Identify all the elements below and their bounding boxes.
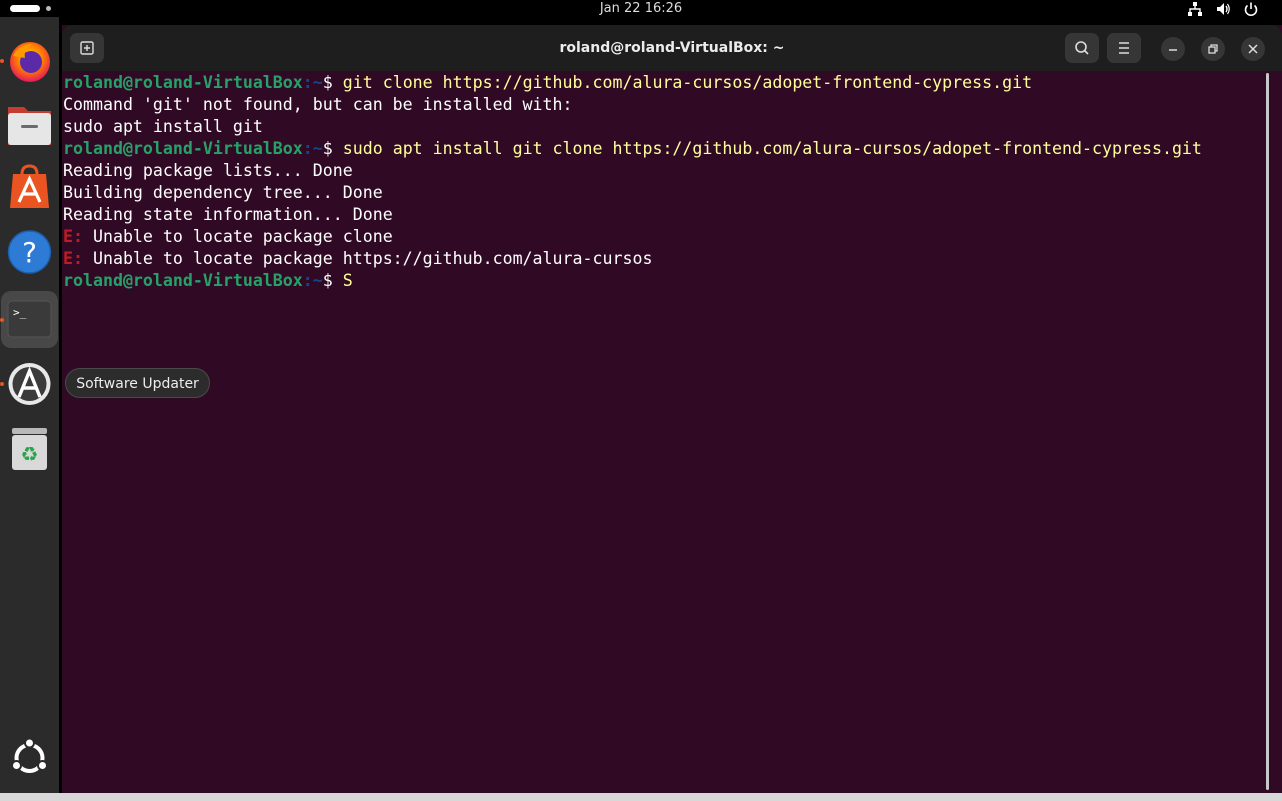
close-button[interactable] xyxy=(1241,37,1265,61)
scrollbar[interactable] xyxy=(1266,73,1269,790)
software-updater-icon xyxy=(8,363,51,405)
search-icon xyxy=(1075,41,1089,55)
prompt-user: roland@roland-VirtualBox xyxy=(63,73,303,92)
prompt-user: roland@roland-VirtualBox xyxy=(63,139,303,158)
svg-text:>_: >_ xyxy=(13,306,27,319)
show-apps-icon xyxy=(11,737,48,773)
maximize-button[interactable] xyxy=(1201,37,1225,61)
dock-tooltip: Software Updater xyxy=(65,368,210,398)
terminal-window[interactable]: roland@roland-VirtualBox: ~ roland@rolan… xyxy=(62,25,1282,793)
dock-item-help[interactable]: ? xyxy=(1,223,58,280)
terminal-line: roland@roland-VirtualBox:~$ S xyxy=(63,270,1258,292)
output-text: Command 'git' not found, but can be inst… xyxy=(63,95,573,114)
command-text: sudo apt install git clone https://githu… xyxy=(342,139,1202,158)
output-text: Unable to locate package clone xyxy=(82,227,393,246)
title-bar[interactable]: roland@roland-VirtualBox: ~ xyxy=(62,25,1282,71)
running-indicator xyxy=(0,382,4,386)
files-icon xyxy=(8,107,51,145)
minimize-button[interactable] xyxy=(1161,37,1185,61)
search-button[interactable] xyxy=(1065,33,1099,63)
terminal-line: Reading package lists... Done xyxy=(63,160,1258,182)
terminal-line: roland@roland-VirtualBox:~$ sudo apt ins… xyxy=(63,138,1258,160)
dock-item-app-center[interactable] xyxy=(1,160,58,217)
terminal-icon: >_ xyxy=(7,300,52,338)
prompt-path: :~ xyxy=(302,73,323,92)
output-text: sudo apt install git xyxy=(63,117,263,136)
workspace-dot[interactable] xyxy=(46,6,51,11)
terminal-line: E: Unable to locate package clone xyxy=(63,226,1258,248)
dock-item-terminal[interactable]: >_ xyxy=(1,291,58,348)
firefox-icon xyxy=(10,42,50,82)
error-prefix: E: xyxy=(63,249,83,268)
prompt-sign: $ xyxy=(322,139,343,158)
desktop: Jan 22 16:26 ? >_ ♻ roland@roland-Virtua… xyxy=(0,0,1282,801)
vm-status-bar xyxy=(0,793,1282,801)
close-icon xyxy=(1248,44,1258,54)
power-icon[interactable] xyxy=(1243,1,1259,17)
minimize-icon xyxy=(1169,49,1177,51)
new-tab-button[interactable] xyxy=(70,33,104,63)
output-text: Unable to locate package https://github.… xyxy=(82,249,653,268)
prompt-sign: $ xyxy=(322,73,343,92)
prompt-user: roland@roland-VirtualBox xyxy=(63,271,303,290)
command-text: S xyxy=(342,271,353,290)
running-indicator xyxy=(0,318,4,322)
activities-indicator[interactable] xyxy=(10,5,40,12)
app-center-icon xyxy=(10,164,49,208)
restore-icon xyxy=(1208,44,1218,54)
terminal-line: Reading state information... Done xyxy=(63,204,1258,226)
hamburger-menu-icon xyxy=(1119,42,1129,54)
new-tab-icon xyxy=(80,41,94,55)
volume-icon[interactable] xyxy=(1215,1,1231,17)
terminal-line: E: Unable to locate package https://gith… xyxy=(63,248,1258,270)
command-text: git clone https://github.com/alura-curso… xyxy=(342,73,1033,92)
running-indicator xyxy=(0,59,4,63)
terminal-line: Building dependency tree... Done xyxy=(63,182,1258,204)
dock-item-files[interactable] xyxy=(1,97,58,154)
error-prefix: E: xyxy=(63,227,83,246)
clock[interactable]: Jan 22 16:26 xyxy=(0,0,1282,17)
window-title: roland@roland-VirtualBox: ~ xyxy=(559,40,785,56)
dock-item-firefox[interactable] xyxy=(1,34,58,91)
menu-button[interactable] xyxy=(1107,33,1141,63)
trash-icon: ♻ xyxy=(12,428,47,470)
prompt-path: :~ xyxy=(302,271,323,290)
svg-text:♻: ♻ xyxy=(21,442,39,466)
terminal-line: Command 'git' not found, but can be inst… xyxy=(63,94,1258,116)
dock-item-trash[interactable]: ♻ xyxy=(1,419,58,476)
terminal-line: sudo apt install git xyxy=(63,116,1258,138)
output-text: Reading package lists... Done xyxy=(63,161,353,180)
terminal-output[interactable]: roland@roland-VirtualBox:~$ git clone ht… xyxy=(63,72,1258,790)
output-text: Building dependency tree... Done xyxy=(63,183,383,202)
prompt-path: :~ xyxy=(302,139,323,158)
output-text: Reading state information... Done xyxy=(63,205,393,224)
prompt-sign: $ xyxy=(322,271,343,290)
dock: ? >_ ♻ xyxy=(0,17,59,793)
terminal-line: roland@roland-VirtualBox:~$ git clone ht… xyxy=(63,72,1258,94)
network-icon[interactable] xyxy=(1187,1,1203,17)
top-bar: Jan 22 16:26 xyxy=(0,0,1282,17)
svg-text:?: ? xyxy=(22,236,37,269)
show-apps-button[interactable] xyxy=(1,729,58,786)
dock-item-software-updater[interactable] xyxy=(1,355,58,412)
help-icon: ? xyxy=(7,230,52,274)
